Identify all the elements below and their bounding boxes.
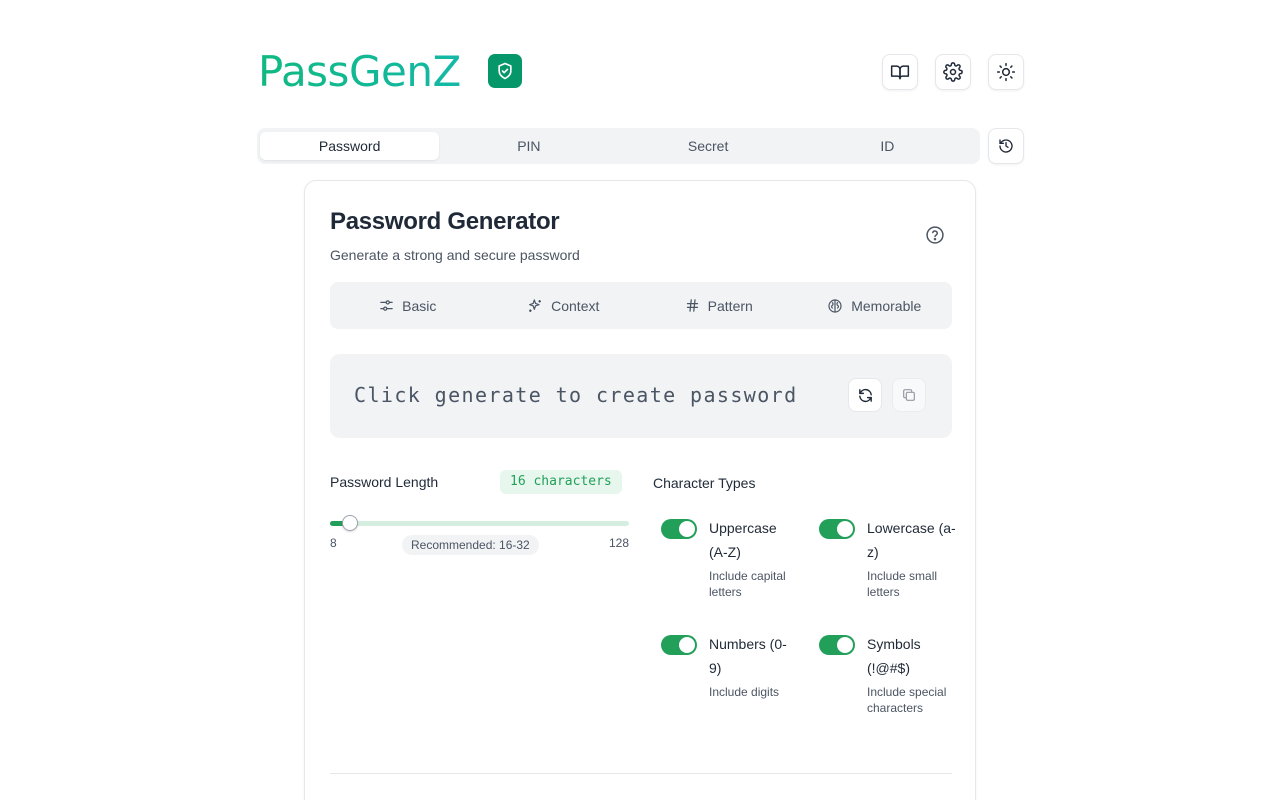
length-min-label: 8 [330,536,337,550]
length-max-label: 128 [609,536,630,550]
character-types-label: Character Types [653,475,756,491]
lowercase-desc: Include small letters [867,569,938,599]
password-generator-card: Password Generator Generate a strong and… [304,180,976,800]
mode-basic-label: Basic [402,297,437,314]
lowercase-title: Lowercase (a-z) [867,520,956,560]
docs-button[interactable] [882,54,918,90]
sparkles-icon [527,298,543,314]
tab-password[interactable]: Password [260,132,440,160]
copy-button[interactable] [892,378,926,412]
numbers-title: Numbers (0-9) [709,636,787,676]
section-divider [330,773,952,774]
symbols-title: Symbols (!@#$) [867,636,921,676]
history-icon [998,138,1014,154]
refresh-icon [857,387,874,404]
mode-context-label: Context [551,297,600,314]
settings-button[interactable] [935,54,971,90]
help-circle-icon[interactable] [925,225,945,245]
length-slider-thumb[interactable] [341,515,358,531]
history-button[interactable] [988,128,1024,164]
mode-memorable-label: Memorable [851,297,922,314]
uppercase-title: Uppercase (A-Z) [709,520,777,560]
password-output: Click generate to create password [330,354,952,438]
lowercase-toggle[interactable] [819,519,855,539]
symbols-toggle[interactable] [819,635,855,655]
length-badge: 16 characters [500,470,622,494]
numbers-desc: Include digits [709,685,780,699]
gear-icon [943,62,963,82]
hash-icon [685,298,700,313]
symbols-desc: Include special characters [867,685,947,715]
copy-icon [901,387,917,403]
numbers-toggle[interactable] [661,635,697,655]
length-slider[interactable] [330,515,629,531]
uppercase-desc: Include capital letters [709,569,786,599]
mode-pattern[interactable]: Pattern [641,282,797,329]
mode-memorable[interactable]: Memorable [797,282,953,329]
sun-icon [996,62,1016,82]
tab-secret[interactable]: Secret [619,132,798,160]
shield-check-icon [488,54,522,88]
tab-id[interactable]: ID [798,132,977,160]
app-logo-text: PassGenZ [258,47,461,96]
generator-tabs: Password PIN Secret ID [257,128,980,164]
generate-button[interactable] [848,378,882,412]
mode-basic[interactable]: Basic [330,282,486,329]
app-header: PassGenZ [258,50,1024,94]
length-label: Password Length [330,474,439,490]
password-output-text: Click generate to create password [354,383,798,407]
sliders-icon [379,298,394,313]
mode-context[interactable]: Context [486,282,642,329]
brain-icon [827,298,843,314]
length-recommended-badge: Recommended: 16-32 [402,535,539,555]
card-subtitle: Generate a strong and secure password [330,247,580,263]
book-icon [890,62,910,82]
card-title: Password Generator [330,208,560,235]
tab-pin[interactable]: PIN [439,132,618,160]
uppercase-toggle[interactable] [661,519,697,539]
mode-selector: Basic Context Pattern Memorable [330,282,952,329]
theme-toggle-button[interactable] [988,54,1024,90]
mode-pattern-label: Pattern [707,297,753,314]
